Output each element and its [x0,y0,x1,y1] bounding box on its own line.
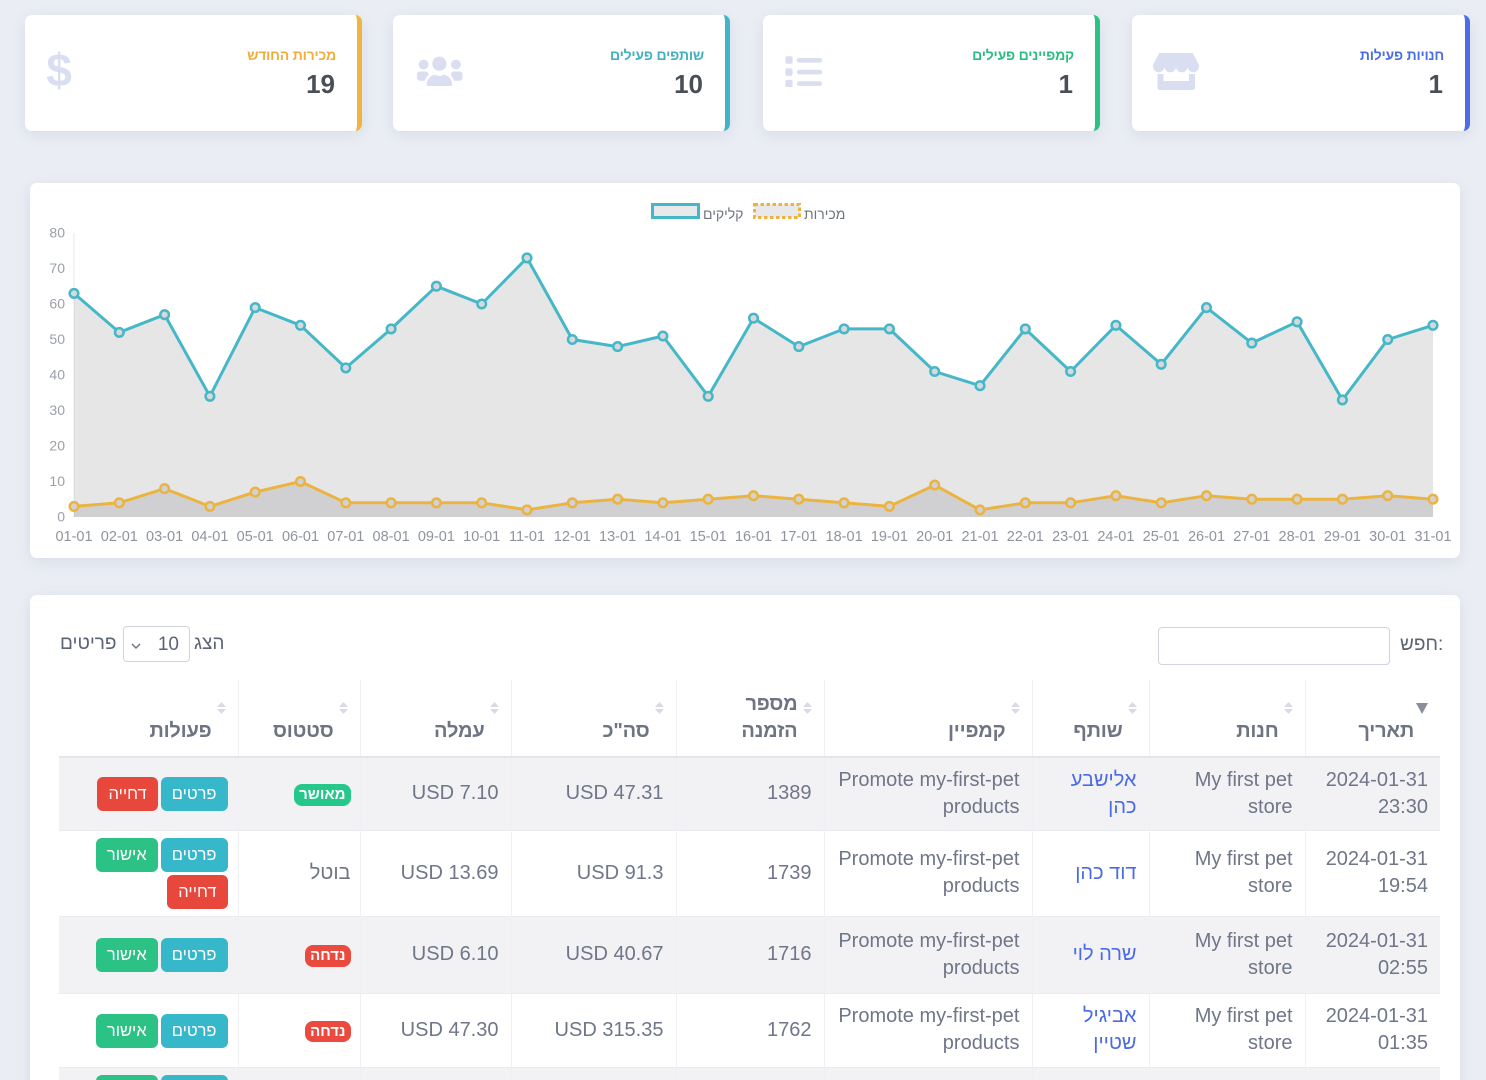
svg-text:13-01: 13-01 [599,529,636,545]
svg-text:17-01: 17-01 [780,529,817,545]
svg-text:10: 10 [49,473,65,489]
svg-text:29-01: 29-01 [1324,529,1361,545]
svg-text:30: 30 [49,402,65,418]
svg-text:18-01: 18-01 [826,529,863,545]
svg-text:24-01: 24-01 [1097,529,1134,545]
svg-text:08-01: 08-01 [373,529,410,545]
svg-text:19-01: 19-01 [871,529,908,545]
svg-text:09-01: 09-01 [418,529,455,545]
svg-text:20-01: 20-01 [916,529,953,545]
svg-text:01-01: 01-01 [55,529,92,545]
svg-text:22-01: 22-01 [1007,529,1044,545]
svg-text:15-01: 15-01 [690,529,727,545]
svg-text:02-01: 02-01 [101,529,138,545]
svg-text:23-01: 23-01 [1052,529,1089,545]
svg-text:04-01: 04-01 [191,529,228,545]
svg-text:05-01: 05-01 [237,529,274,545]
svg-text:14-01: 14-01 [644,529,681,545]
svg-text:70: 70 [49,260,65,276]
svg-text:50: 50 [49,331,65,347]
svg-text:11-01: 11-01 [509,529,545,545]
svg-text:60: 60 [49,296,65,312]
svg-text:31-01: 31-01 [1414,529,1451,545]
svg-text:21-01: 21-01 [961,529,998,545]
svg-text:06-01: 06-01 [282,529,319,545]
svg-text:26-01: 26-01 [1188,529,1225,545]
svg-text:80: 80 [49,225,65,241]
svg-text:16-01: 16-01 [735,529,772,545]
svg-text:30-01: 30-01 [1369,529,1406,545]
svg-text:12-01: 12-01 [554,529,591,545]
svg-text:27-01: 27-01 [1233,529,1270,545]
svg-text:20: 20 [49,438,65,454]
svg-text:0: 0 [57,509,65,525]
svg-text:40: 40 [49,367,65,383]
svg-text:07-01: 07-01 [327,529,364,545]
svg-text:28-01: 28-01 [1279,529,1316,545]
svg-text:03-01: 03-01 [146,529,183,545]
svg-text:25-01: 25-01 [1143,529,1180,545]
svg-text:10-01: 10-01 [463,529,500,545]
